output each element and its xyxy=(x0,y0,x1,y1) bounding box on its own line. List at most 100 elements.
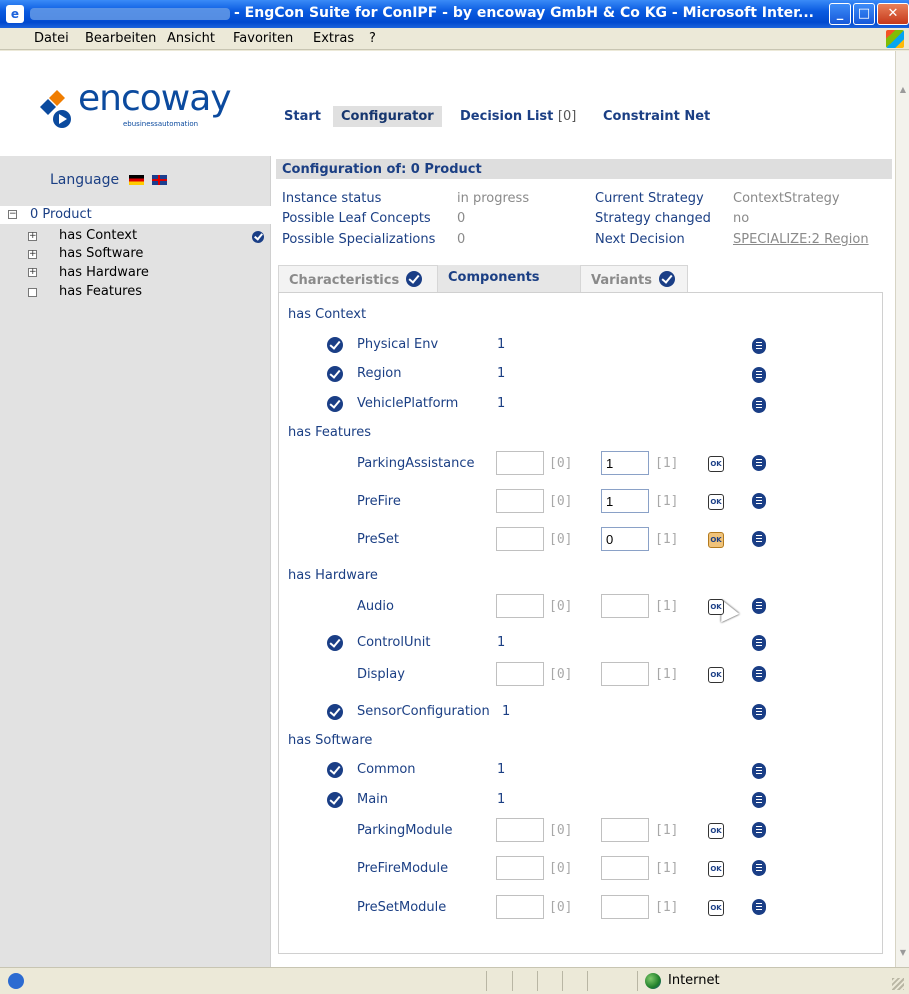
tree-item-has-hardware[interactable]: has Hardware xyxy=(59,265,149,280)
max-count-input[interactable] xyxy=(601,818,649,842)
min-count-input[interactable] xyxy=(496,856,544,880)
min-count-input[interactable] xyxy=(496,489,544,513)
ie-icon[interactable]: e xyxy=(6,5,24,23)
component-label[interactable]: PreSet xyxy=(357,532,399,547)
scroll-up-icon[interactable]: ▲ xyxy=(897,83,909,97)
tree-root-label[interactable]: 0 Product xyxy=(30,207,92,222)
max-count-input[interactable] xyxy=(601,527,649,551)
component-label[interactable]: ControlUnit xyxy=(357,635,430,650)
info-icon[interactable] xyxy=(752,860,766,876)
ok-button[interactable]: OK xyxy=(708,861,724,877)
min-count-input[interactable] xyxy=(496,594,544,618)
info-icon[interactable] xyxy=(752,822,766,838)
resize-grip-icon[interactable] xyxy=(892,978,904,990)
info-icon[interactable] xyxy=(752,704,766,720)
tree-item-has-features[interactable]: has Features xyxy=(59,284,142,299)
tab-components[interactable]: Components xyxy=(438,265,580,293)
component-label[interactable]: ParkingAssistance xyxy=(357,456,474,471)
ok-button[interactable]: OK xyxy=(708,599,724,615)
component-label[interactable]: ParkingModule xyxy=(357,823,452,838)
tree-expand-icon[interactable]: + xyxy=(28,250,37,259)
max-count-input[interactable] xyxy=(601,594,649,618)
component-label[interactable]: Physical Env xyxy=(357,337,438,352)
ok-button[interactable]: OK xyxy=(708,456,724,472)
tree-root-row[interactable]: − 0 Product xyxy=(0,206,271,224)
component-label[interactable]: Display xyxy=(357,667,405,682)
min-count-input[interactable] xyxy=(496,818,544,842)
ok-button[interactable]: OK xyxy=(708,532,724,548)
component-label[interactable]: Region xyxy=(357,366,402,381)
tree-expand-icon[interactable]: + xyxy=(28,232,37,241)
component-label[interactable]: SensorConfiguration xyxy=(357,704,490,719)
tab-characteristics[interactable]: Characteristics xyxy=(278,265,438,293)
menu-bearbeiten[interactable]: Bearbeiten xyxy=(85,31,156,46)
menu-extras[interactable]: Extras xyxy=(313,31,354,46)
vertical-scrollbar[interactable]: ▲ ▼ xyxy=(895,51,909,967)
info-icon[interactable] xyxy=(752,899,766,915)
tree-expand-icon[interactable]: + xyxy=(28,268,37,277)
ok-button[interactable]: OK xyxy=(708,667,724,683)
component-label[interactable]: PreFireModule xyxy=(357,861,448,876)
max-count-input[interactable] xyxy=(601,856,649,880)
logo-brand: encoway xyxy=(78,78,232,119)
min-count-input[interactable] xyxy=(496,527,544,551)
info-icon[interactable] xyxy=(752,531,766,547)
max-count-input[interactable] xyxy=(601,489,649,513)
tab-variants[interactable]: Variants xyxy=(580,265,688,293)
ok-button[interactable]: OK xyxy=(708,900,724,916)
max-count-input[interactable] xyxy=(601,895,649,919)
nav-decision-list[interactable]: Decision List [0] xyxy=(452,106,584,127)
menu-datei[interactable]: Datei xyxy=(34,31,69,46)
maximize-button[interactable]: □ xyxy=(853,3,875,25)
menu-favoriten[interactable]: Favoriten xyxy=(233,31,293,46)
nav-constraint-net[interactable]: Constraint Net xyxy=(595,106,718,127)
check-icon xyxy=(327,337,343,353)
max-bracket: [1] xyxy=(655,494,679,509)
tree-item-has-software[interactable]: has Software xyxy=(59,246,143,261)
minimize-button[interactable]: _ xyxy=(829,3,851,25)
tree-collapse-icon[interactable]: − xyxy=(8,210,17,219)
info-icon[interactable] xyxy=(752,666,766,682)
tree-item-has-context[interactable]: has Context xyxy=(59,228,137,243)
menu-help[interactable]: ? xyxy=(369,31,376,46)
max-count-input[interactable] xyxy=(601,662,649,686)
max-count-input[interactable] xyxy=(601,451,649,475)
german-flag-icon[interactable] xyxy=(129,175,144,185)
logo-area: encoway ebusinessautomation xyxy=(0,51,271,156)
component-label[interactable]: PreSetModule xyxy=(357,900,446,915)
status-separator xyxy=(537,971,538,991)
info-icon[interactable] xyxy=(752,598,766,614)
component-label[interactable]: Common xyxy=(357,762,416,777)
uk-flag-icon[interactable] xyxy=(152,175,167,185)
leaf-concepts-label: Possible Leaf Concepts xyxy=(282,211,431,226)
info-icon[interactable] xyxy=(752,338,766,354)
scroll-down-icon[interactable]: ▼ xyxy=(897,946,909,960)
logo-tagline: ebusinessautomation xyxy=(123,120,199,128)
info-icon[interactable] xyxy=(752,792,766,808)
close-button[interactable]: ✕ xyxy=(877,3,909,25)
min-count-input[interactable] xyxy=(496,895,544,919)
component-label[interactable]: Main xyxy=(357,792,388,807)
next-decision-link[interactable]: SPECIALIZE:2 Region xyxy=(733,232,869,247)
component-value: 1 xyxy=(497,792,506,807)
blurred-url xyxy=(30,8,230,20)
nav-configurator[interactable]: Configurator xyxy=(333,106,442,127)
min-count-input[interactable] xyxy=(496,451,544,475)
component-label[interactable]: VehiclePlatform xyxy=(357,396,458,411)
info-icon[interactable] xyxy=(752,763,766,779)
component-label[interactable]: Audio xyxy=(357,599,394,614)
menu-ansicht[interactable]: Ansicht xyxy=(167,31,215,46)
min-bracket: [0] xyxy=(549,599,573,614)
info-icon[interactable] xyxy=(752,493,766,509)
nav-start[interactable]: Start xyxy=(276,106,329,127)
component-label[interactable]: PreFire xyxy=(357,494,401,509)
info-icon[interactable] xyxy=(752,367,766,383)
ok-button[interactable]: OK xyxy=(708,494,724,510)
min-bracket: [0] xyxy=(549,900,573,915)
status-separator xyxy=(512,971,513,991)
ok-button[interactable]: OK xyxy=(708,823,724,839)
min-count-input[interactable] xyxy=(496,662,544,686)
info-icon[interactable] xyxy=(752,455,766,471)
info-icon[interactable] xyxy=(752,635,766,651)
info-icon[interactable] xyxy=(752,397,766,413)
